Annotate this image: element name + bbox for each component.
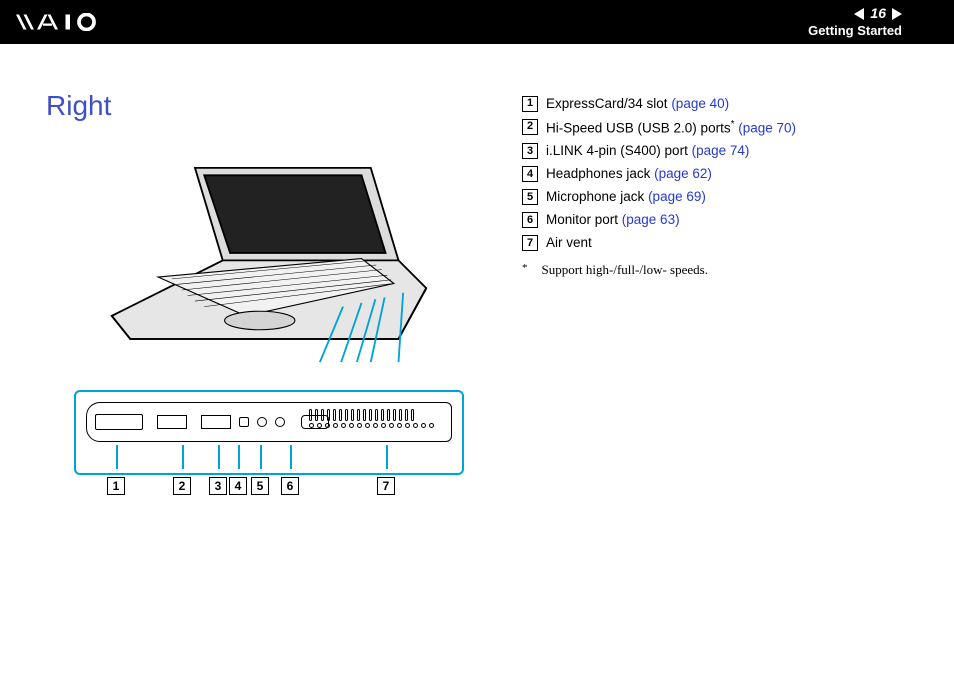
expresscard-slot-icon	[95, 414, 143, 430]
laptop-illustration	[46, 150, 492, 380]
side-panel-outline	[86, 402, 452, 442]
page-number: 16	[870, 4, 886, 22]
callout-5: 5	[251, 477, 269, 495]
air-vent-icon	[309, 409, 439, 437]
usb-port-icon	[201, 415, 231, 429]
page-link[interactable]: (page 63)	[622, 212, 680, 227]
legend-item: 4Headphones jack (page 62)	[522, 164, 908, 185]
legend-item: 7Air vent	[522, 233, 908, 254]
page-link[interactable]: (page 62)	[654, 166, 712, 181]
legend-item: 5Microphone jack (page 69)	[522, 187, 908, 208]
vaio-logo	[16, 13, 121, 31]
page-link[interactable]: (page 40)	[671, 96, 729, 111]
legend-item: 2Hi-Speed USB (USB 2.0) ports* (page 70)	[522, 117, 908, 139]
legend-item: 1ExpressCard/34 slot (page 40)	[522, 94, 908, 115]
footnote: *Support high-/full-/low- speeds.	[522, 260, 908, 280]
header-bar: 16 Getting Started	[0, 0, 954, 44]
legend-item: 3i.LINK 4-pin (S400) port (page 74)	[522, 141, 908, 162]
callout-1: 1	[107, 477, 125, 495]
next-page-button[interactable]	[892, 8, 902, 20]
prev-page-button[interactable]	[854, 8, 864, 20]
ilink-port-icon	[239, 417, 249, 427]
microphone-jack-icon	[275, 417, 285, 427]
callout-2: 2	[173, 477, 191, 495]
page-link[interactable]: (page 70)	[738, 120, 796, 135]
legend-item: 6Monitor port (page 63)	[522, 210, 908, 231]
page-link[interactable]: (page 69)	[648, 189, 706, 204]
page-navigator: 16	[808, 4, 902, 22]
header-right: 16 Getting Started	[808, 4, 902, 39]
page-link[interactable]: (page 74)	[692, 143, 750, 158]
callout-7: 7	[377, 477, 395, 495]
port-detail-panel: 1 2 3 4 5 6 7	[74, 390, 464, 475]
legend-list: 1ExpressCard/34 slot (page 40) 2Hi-Speed…	[522, 90, 908, 515]
usb-port-icon	[157, 415, 187, 429]
section-title: Getting Started	[808, 23, 902, 40]
callout-3: 3	[209, 477, 227, 495]
callout-lines: 1 2 3 4 5 6 7	[76, 445, 462, 495]
headphone-jack-icon	[257, 417, 267, 427]
callout-6: 6	[281, 477, 299, 495]
callout-4: 4	[229, 477, 247, 495]
page-title: Right	[46, 90, 492, 122]
